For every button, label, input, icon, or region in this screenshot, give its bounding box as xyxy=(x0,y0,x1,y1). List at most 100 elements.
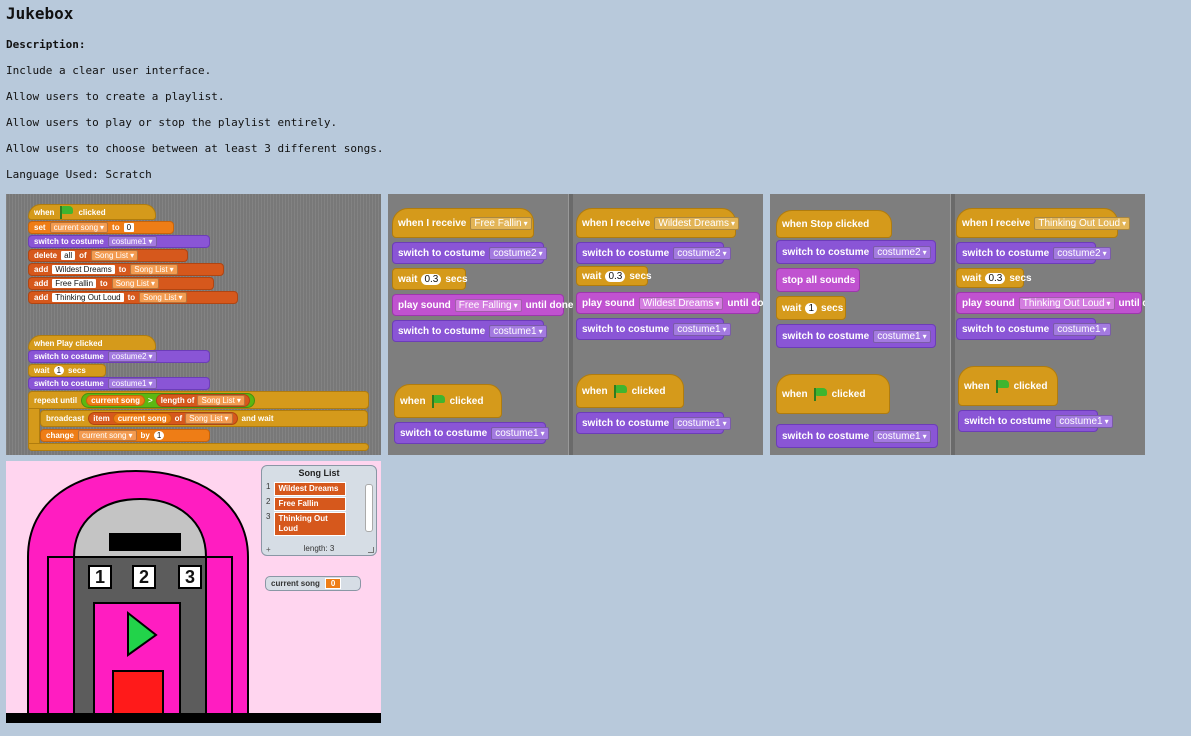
when-flag-clicked-block[interactable]: when clicked xyxy=(394,384,502,418)
switch-costume-block[interactable]: switch to costume costume1 xyxy=(28,377,210,390)
switch-costume-block[interactable]: switch to costume costume1 xyxy=(576,412,731,434)
song-1-button[interactable]: 1 xyxy=(88,565,112,589)
jukebox-sprite[interactable] xyxy=(6,461,256,723)
when-receive-thinking-out-loud-block[interactable]: when I receive Thinking Out Loud xyxy=(956,208,1131,238)
costume-dropdown[interactable]: costume2 xyxy=(107,351,157,362)
when-flag-clicked-block[interactable]: when clicked xyxy=(776,374,890,414)
costume-dropdown[interactable]: costume1 xyxy=(673,416,731,430)
costume-dropdown[interactable]: costume1 xyxy=(673,322,731,336)
when-stop-clicked-block[interactable]: when Stop clicked xyxy=(776,210,892,238)
message-dropdown[interactable]: Free Fallin xyxy=(470,216,532,230)
set-variable-block[interactable]: setcurrent songto0 xyxy=(28,221,174,234)
wait-input[interactable]: 0.3 xyxy=(605,270,626,282)
add-free-fallin-block[interactable]: add Free Fallin to Song List xyxy=(28,277,214,290)
song-2-button[interactable]: 2 xyxy=(132,565,156,589)
costume-dropdown[interactable]: costume1 xyxy=(1053,322,1111,336)
when-flag-clicked-block[interactable]: when clicked xyxy=(958,366,1058,406)
broadcast-and-wait-block[interactable]: broadcast itemcurrent songofSong List an… xyxy=(40,410,368,427)
list-item[interactable]: 2 Free Fallin xyxy=(266,497,347,511)
list-scrollbar[interactable] xyxy=(365,484,373,532)
costume-dropdown[interactable]: costume1 xyxy=(1055,414,1113,428)
switch-costume-block[interactable]: switch to costume costume2 xyxy=(576,242,731,264)
costume-dropdown[interactable]: costume1 xyxy=(107,236,157,247)
current-song-reporter[interactable]: current song xyxy=(86,394,146,406)
item-of-reporter[interactable]: item current song of Song List xyxy=(88,412,238,425)
costume-dropdown[interactable]: costume1 xyxy=(873,429,931,443)
switch-costume-block[interactable]: switch to costume costume1 xyxy=(28,235,210,248)
list-dropdown[interactable]: Song List xyxy=(139,292,187,303)
costume-dropdown[interactable]: costume2 xyxy=(873,245,931,259)
song-input[interactable]: Free Fallin xyxy=(52,279,97,288)
costume-dropdown[interactable]: costume1 xyxy=(873,329,931,343)
wait-block[interactable]: wait 0.3 secs xyxy=(576,266,652,286)
costume-dropdown[interactable]: costume1 xyxy=(489,324,547,338)
wait-input[interactable]: 0.3 xyxy=(421,273,442,285)
switch-costume-block[interactable]: switch to costume costume1 xyxy=(776,424,938,448)
list-dropdown[interactable]: Song List xyxy=(185,413,233,424)
wait-input[interactable]: 1 xyxy=(805,302,818,314)
switch-costume-block[interactable]: switch to costume costume2 xyxy=(28,350,210,363)
list-dropdown[interactable]: Song List xyxy=(130,264,178,275)
costume-dropdown[interactable]: costume1 xyxy=(491,426,549,440)
wait-block[interactable]: wait 0.3 secs xyxy=(392,268,468,290)
switch-costume-block[interactable]: switch to costume costume1 xyxy=(576,318,731,340)
message-dropdown[interactable]: Thinking Out Loud xyxy=(1034,216,1131,230)
costume-dropdown[interactable]: costume1 xyxy=(107,378,157,389)
message-dropdown[interactable]: Wildest Dreams xyxy=(654,216,739,230)
current-song-value: 0 xyxy=(324,578,342,589)
sound-dropdown[interactable]: Wildest Dreams xyxy=(638,296,724,310)
switch-costume-block[interactable]: switch to costume costume1 xyxy=(958,410,1113,432)
delete-list-block[interactable]: delete all of Song List xyxy=(28,249,188,262)
play-sound-block[interactable]: play soundThinking Out Louduntil done xyxy=(956,292,1145,314)
variable-dropdown[interactable]: current song xyxy=(78,430,137,441)
switch-costume-block[interactable]: switch to costume costume2 xyxy=(956,242,1111,264)
repeat-until-block[interactable]: repeat until current song > length of Son… xyxy=(28,391,369,409)
list-dropdown[interactable]: Song List xyxy=(111,278,159,289)
switch-costume-block[interactable]: switch to costume costume1 xyxy=(956,318,1111,340)
current-song-reporter[interactable]: current song xyxy=(112,413,172,424)
add-thinking-out-loud-block[interactable]: add Thinking Out Loud to Song List xyxy=(28,291,238,304)
song-input[interactable]: Wildest Dreams xyxy=(52,265,115,274)
stop-all-sounds-block[interactable]: stop all sounds xyxy=(776,268,860,292)
play-sound-block[interactable]: play soundWildest Dreamsuntil done xyxy=(576,292,763,314)
resize-handle-icon[interactable] xyxy=(368,547,374,553)
description-line-4: Allow users to choose between at least 3… xyxy=(6,142,384,155)
costume-dropdown[interactable]: costume2 xyxy=(673,246,731,260)
when-flag-clicked-block[interactable]: when clicked xyxy=(576,374,684,408)
play-sound-block[interactable]: play soundFree Fallinguntil done xyxy=(392,294,573,316)
sound-dropdown[interactable]: Thinking Out Loud xyxy=(1018,296,1115,310)
add-wildest-dreams-block[interactable]: add Wildest Dreams to Song List xyxy=(28,263,224,276)
delete-index-dropdown[interactable]: all xyxy=(61,251,76,260)
when-receive-wildest-dreams-block[interactable]: when I receive Wildest Dreams xyxy=(576,208,739,238)
sound-dropdown[interactable]: Free Falling xyxy=(454,298,522,312)
wait-block[interactable]: wait 1 secs xyxy=(28,364,106,377)
variable-dropdown[interactable]: current song xyxy=(49,222,109,233)
greater-than-operator[interactable]: current song > length of Song List xyxy=(81,392,255,408)
length-of-reporter[interactable]: length of Song List xyxy=(155,393,250,407)
switch-costume-block[interactable]: switch to costume costume1 xyxy=(392,320,547,342)
change-input[interactable]: 1 xyxy=(153,431,165,440)
list-dropdown[interactable]: Song List xyxy=(90,250,139,261)
switch-costume-block[interactable]: switch to costume costume2 xyxy=(392,242,547,264)
wait-block[interactable]: wait 0.3 secs xyxy=(956,268,1032,288)
value-input[interactable]: 0 xyxy=(123,223,135,232)
current-song-watcher[interactable]: current song 0 xyxy=(265,576,361,591)
list-dropdown[interactable]: Song List xyxy=(197,394,245,406)
wait-input[interactable]: 0.3 xyxy=(985,272,1006,284)
song-3-button[interactable]: 3 xyxy=(178,565,202,589)
switch-costume-block[interactable]: switch to costume costume2 xyxy=(776,240,936,264)
when-receive-free-fallin-block[interactable]: when I receive Free Fallin xyxy=(392,208,534,238)
costume-dropdown[interactable]: costume2 xyxy=(1053,246,1111,260)
wait-input[interactable]: 1 xyxy=(53,366,65,375)
switch-costume-block[interactable]: switch to costume costume1 xyxy=(776,324,936,348)
switch-costume-block[interactable]: switch to costume costume1 xyxy=(394,422,549,444)
list-item[interactable]: 1 Wildest Dreams xyxy=(266,482,347,496)
when-play-clicked-block[interactable]: when Play clicked xyxy=(28,335,156,351)
wait-block[interactable]: wait 1 secs xyxy=(776,296,846,320)
list-item[interactable]: 3 Thinking Out Loud xyxy=(266,512,347,536)
costume-dropdown[interactable]: costume2 xyxy=(489,246,547,260)
change-variable-block[interactable]: changecurrent songby1 xyxy=(40,429,210,442)
song-input[interactable]: Thinking Out Loud xyxy=(52,293,124,302)
song-list-watcher[interactable]: Song List 1 Wildest Dreams 2 Free Fallin 3… xyxy=(261,465,377,556)
when-flag-clicked-block[interactable]: when clicked xyxy=(28,204,156,220)
